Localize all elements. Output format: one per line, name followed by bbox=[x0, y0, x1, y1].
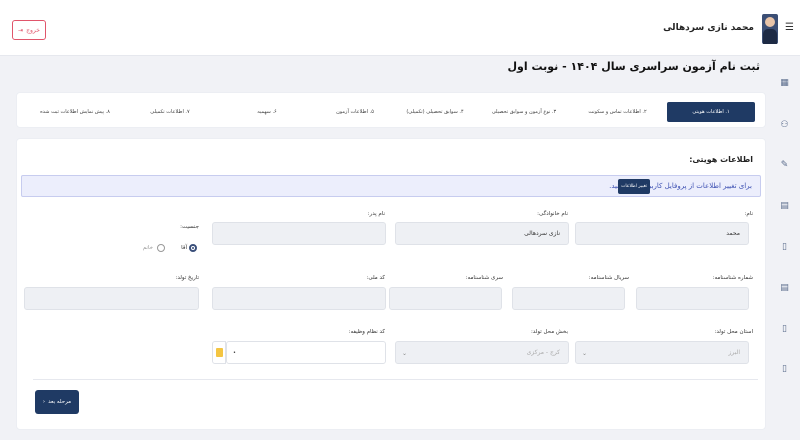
step-identity[interactable]: ۱. اطلاعات هویتی bbox=[667, 102, 755, 122]
id-series-label: سری شناسنامه: bbox=[465, 275, 503, 281]
id-number-field bbox=[636, 287, 749, 310]
chevron-down-icon: ⌄ bbox=[402, 350, 408, 357]
step-preview[interactable]: ۸. پیش نمایش اطلاعات ثبت شده bbox=[25, 102, 125, 122]
step-exam-info[interactable]: ۵. اطلاعات آزمون bbox=[325, 102, 385, 122]
sidebar: ▦ ⚇ ✎ ▤ ▯ ▤ ▯ ▯ bbox=[770, 56, 800, 440]
step-quota[interactable]: ۶. سهمیه bbox=[247, 102, 287, 122]
last-name-value: نازی سردهالی bbox=[524, 230, 560, 237]
last-name-label: نام خانوادگی: bbox=[537, 211, 568, 217]
father-name-field bbox=[212, 222, 386, 245]
birth-district-value: کرج - مرکزی bbox=[526, 349, 560, 356]
logout-icon: ⇥ bbox=[18, 26, 24, 34]
avatar bbox=[762, 14, 778, 44]
first-name-value: محمد bbox=[726, 230, 740, 237]
divider bbox=[33, 379, 758, 380]
birth-date-label: تاریخ تولد: bbox=[175, 275, 199, 281]
identity-form-card: اطلاعات هویتی: برای تغییر اطلاعات از پرو… bbox=[16, 138, 766, 430]
step-additional[interactable]: ۷. اطلاعات تکمیلی bbox=[135, 102, 205, 122]
gender-male-radio[interactable] bbox=[189, 244, 197, 252]
first-name-label: نام: bbox=[744, 211, 753, 217]
military-code-input[interactable]: • bbox=[226, 341, 386, 364]
chevron-left-icon: ‹ bbox=[42, 399, 46, 405]
id-series-field bbox=[389, 287, 502, 310]
gender-female-radio[interactable] bbox=[157, 244, 165, 252]
birth-province-select[interactable]: البرز ⌄ bbox=[575, 341, 749, 364]
birth-date-field bbox=[24, 287, 199, 310]
military-code-label: کد نظام وظیفه: bbox=[348, 329, 385, 335]
dashboard-icon[interactable]: ▦ bbox=[780, 78, 789, 88]
father-name-label: نام پدر: bbox=[367, 211, 385, 217]
id-serial-label: سریال شناسنامه: bbox=[588, 275, 629, 281]
step-education[interactable]: ۴. سوابق تحصیلی (تکمیلی) bbox=[395, 102, 475, 122]
birth-province-value: البرز bbox=[728, 349, 740, 356]
user-add-icon[interactable]: ⚇ bbox=[780, 120, 789, 130]
clipboard-icon[interactable]: ▯ bbox=[780, 242, 789, 252]
page-title: ثبت نام آزمون سراسری سال ۱۴۰۴ - نوبت اول bbox=[507, 60, 760, 73]
logout-button[interactable]: خروج ⇥ bbox=[12, 20, 46, 40]
change-info-button[interactable]: تغییر اطلاعات bbox=[618, 179, 650, 194]
info-alert: برای تغییر اطلاعات از پروفایل کاربری اقد… bbox=[21, 175, 761, 197]
id-serial-field bbox=[512, 287, 625, 310]
clipboard-list-icon[interactable]: ▯ bbox=[780, 324, 789, 334]
national-code-field bbox=[212, 287, 386, 310]
zip-file-icon[interactable] bbox=[212, 341, 226, 364]
birth-district-label: بخش محل تولد: bbox=[530, 329, 568, 335]
next-step-button[interactable]: مرحله بعد ‹ bbox=[35, 390, 79, 414]
gender-male-label: آقا bbox=[181, 245, 187, 251]
gender-label: جنسیت: bbox=[180, 224, 199, 230]
hamburger-icon[interactable]: ☰ bbox=[784, 22, 794, 33]
section-title: اطلاعات هویتی: bbox=[689, 155, 753, 164]
gender-female-label: خانم bbox=[142, 245, 153, 251]
military-code-value: • bbox=[233, 350, 236, 356]
first-name-field: محمد bbox=[575, 222, 749, 245]
receipt-icon[interactable]: ▤ bbox=[780, 283, 789, 293]
national-code-label: کد ملی: bbox=[366, 275, 385, 281]
next-step-label: مرحله بعد bbox=[48, 399, 72, 405]
id-number-label: شماره شناسنامه: bbox=[712, 275, 753, 281]
last-name-field: نازی سردهالی bbox=[395, 222, 569, 245]
chevron-down-icon: ⌄ bbox=[582, 350, 588, 357]
birth-province-label: استان محل تولد: bbox=[714, 329, 753, 335]
edit-icon[interactable]: ✎ bbox=[780, 160, 789, 170]
birth-district-select[interactable]: کرج - مرکزی ⌄ bbox=[395, 341, 569, 364]
notes-icon[interactable]: ▯ bbox=[780, 364, 789, 374]
document-icon[interactable]: ▤ bbox=[780, 201, 789, 211]
step-exam-type[interactable]: ۳. نوع آزمون و سوابق تحصیلی bbox=[479, 102, 569, 122]
steps-bar: ۱. اطلاعات هویتی ۲. اطلاعات تماس و سکونت… bbox=[16, 92, 766, 128]
step-contact[interactable]: ۲. اطلاعات تماس و سکونت bbox=[575, 102, 660, 122]
logout-label: خروج bbox=[26, 26, 40, 34]
user-name: محمد نازی سردهالی bbox=[663, 23, 754, 33]
top-bar: ☰ محمد نازی سردهالی خروج ⇥ bbox=[0, 0, 800, 56]
